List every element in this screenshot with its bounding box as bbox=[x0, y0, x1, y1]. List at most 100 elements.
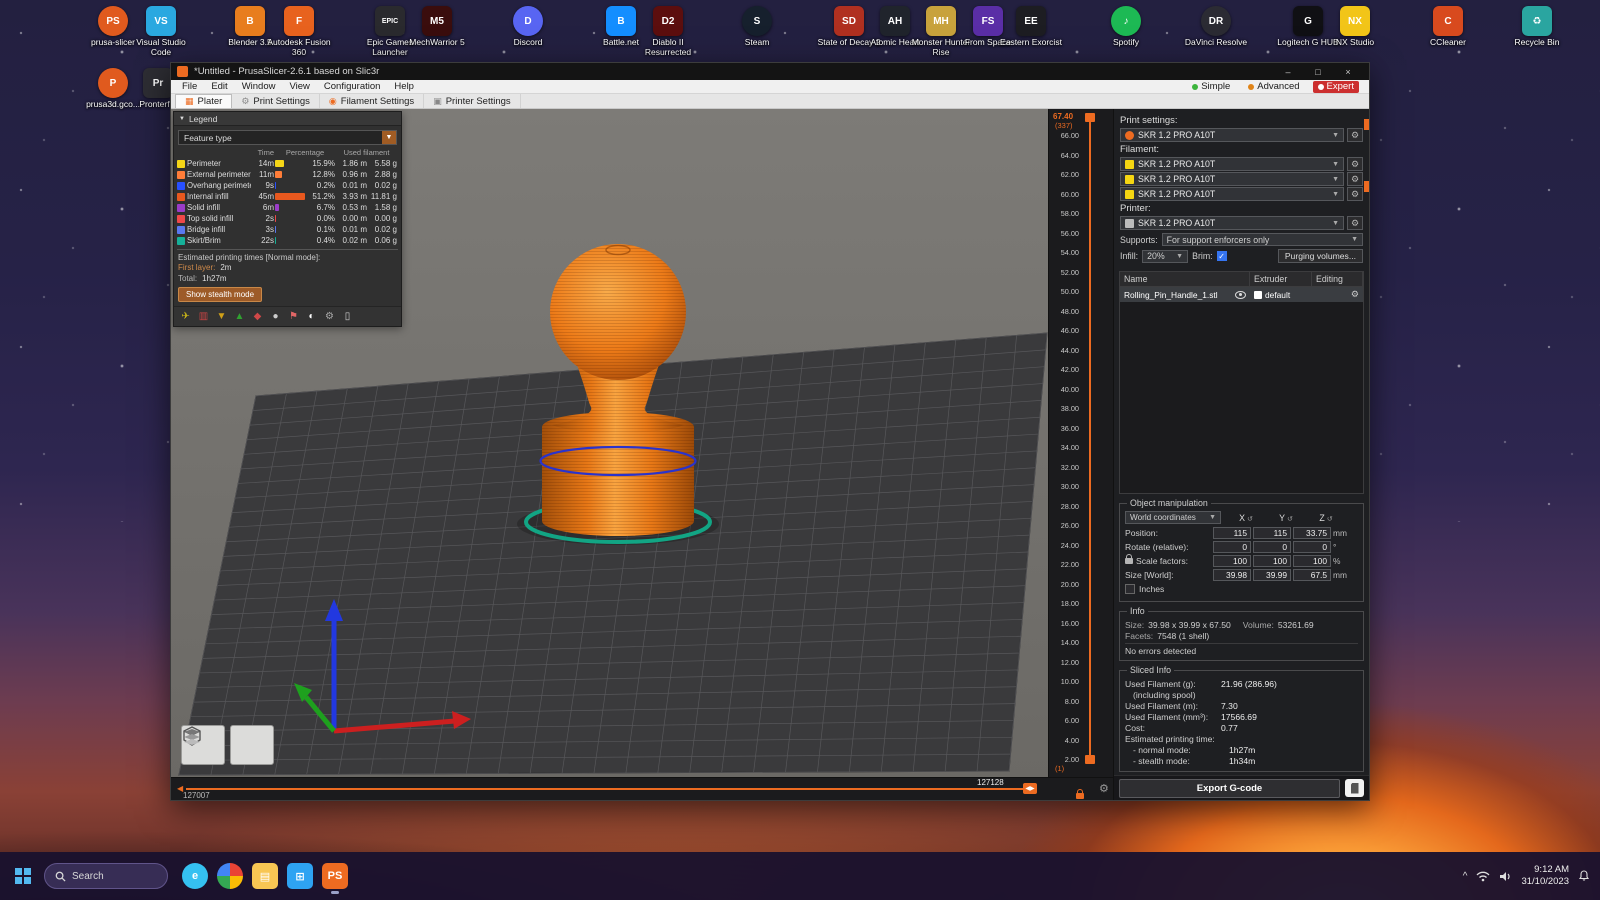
manip-input-y[interactable]: 39.99 bbox=[1253, 569, 1291, 581]
filament-combo-2[interactable]: SKR 1.2 PRO A10T ▼ bbox=[1120, 172, 1344, 186]
menu-file[interactable]: File bbox=[175, 81, 204, 92]
manip-input-y[interactable]: 100 bbox=[1253, 555, 1291, 567]
desktop-icon-spotify[interactable]: ♪ Spotify bbox=[1094, 6, 1158, 48]
editing-icon[interactable]: ⚙ bbox=[1351, 289, 1359, 300]
manip-input-y[interactable]: 115 bbox=[1253, 527, 1291, 539]
viewport-3d[interactable]: ▼ Legend Feature type ▼ Time Percentage … bbox=[171, 109, 1048, 779]
manip-input-x[interactable]: 115 bbox=[1213, 527, 1251, 539]
export-to-sd-button[interactable] bbox=[1345, 779, 1364, 797]
taskbar-clock[interactable]: 9:12 AM 31/10/2023 bbox=[1521, 864, 1569, 888]
taskbar-app-edge[interactable]: e bbox=[182, 863, 208, 889]
manip-input-x[interactable]: 0 bbox=[1213, 541, 1251, 553]
filament-gear-button-3[interactable]: ⚙ bbox=[1347, 187, 1363, 201]
desktop-icon-recycle-bin[interactable]: ♻ Recycle Bin bbox=[1505, 6, 1569, 48]
tab-print-settings[interactable]: ⚙ Print Settings bbox=[232, 94, 320, 108]
desktop-icon-steam[interactable]: S Steam bbox=[725, 6, 789, 48]
shells-icon[interactable]: ▯ bbox=[341, 310, 354, 323]
menu-help[interactable]: Help bbox=[387, 81, 421, 92]
feature-type-dropdown[interactable]: Feature type ▼ bbox=[178, 130, 397, 145]
taskbar-app-prusa-slicer[interactable]: PS bbox=[322, 863, 348, 894]
legend-header[interactable]: ▼ Legend bbox=[174, 112, 401, 126]
taskbar-search[interactable]: Search bbox=[44, 863, 168, 889]
pause-prints-icon[interactable]: ◐ bbox=[305, 310, 318, 323]
brim-checkbox[interactable]: ✓ bbox=[1216, 251, 1227, 261]
show-stealth-mode-button[interactable]: Show stealth mode bbox=[178, 287, 263, 302]
tab-printer-settings[interactable]: ▣ Printer Settings bbox=[424, 94, 521, 108]
desktop-icon-davinci-resolve[interactable]: DR DaVinci Resolve bbox=[1184, 6, 1248, 48]
dropdown-arrow-icon[interactable]: ▼ bbox=[382, 131, 396, 144]
travel-moves-icon[interactable]: ✈ bbox=[179, 310, 192, 323]
printer-combo[interactable]: SKR 1.2 PRO A10T ▼ bbox=[1120, 216, 1344, 230]
manip-input-z[interactable]: 100 bbox=[1293, 555, 1331, 567]
menu-window[interactable]: Window bbox=[235, 81, 283, 92]
start-button[interactable] bbox=[10, 863, 36, 889]
manip-input-z[interactable]: 67.5 bbox=[1293, 569, 1331, 581]
print-settings-gear-button[interactable]: ⚙ bbox=[1347, 128, 1363, 142]
filament-gear-button-1[interactable]: ⚙ bbox=[1347, 157, 1363, 171]
close-button[interactable]: × bbox=[1333, 63, 1363, 80]
manip-input-z[interactable]: 0 bbox=[1293, 541, 1331, 553]
mode-advanced[interactable]: Advanced bbox=[1243, 81, 1304, 93]
manip-input-x[interactable]: 39.98 bbox=[1213, 569, 1251, 581]
purging-volumes-button[interactable]: Purging volumes... bbox=[1277, 249, 1363, 263]
infill-combo[interactable]: 20% ▼ bbox=[1142, 249, 1189, 263]
scale-lock-icon[interactable] bbox=[1125, 554, 1133, 564]
maximize-button[interactable]: □ bbox=[1303, 63, 1333, 80]
filament-combo-3[interactable]: SKR 1.2 PRO A10T ▼ bbox=[1120, 187, 1344, 201]
title-bar[interactable]: *Untitled - PrusaSlicer-2.6.1 based on S… bbox=[171, 63, 1369, 80]
visibility-eye-icon[interactable] bbox=[1235, 290, 1246, 299]
wifi-icon[interactable] bbox=[1476, 871, 1490, 882]
retractions-icon[interactable]: ▼ bbox=[215, 310, 228, 323]
menu-configuration[interactable]: Configuration bbox=[317, 81, 388, 92]
notifications-bell-icon[interactable] bbox=[1578, 870, 1590, 882]
sidebar-collapse-marker-2[interactable] bbox=[1364, 181, 1369, 192]
filament-combo-1[interactable]: SKR 1.2 PRO A10T ▼ bbox=[1120, 157, 1344, 171]
axis-reset-icon[interactable]: ↺ bbox=[1325, 516, 1333, 523]
moves-slider-track[interactable] bbox=[186, 788, 1031, 790]
tab-filament-settings[interactable]: ◉ Filament Settings bbox=[320, 94, 425, 108]
mode-simple[interactable]: Simple bbox=[1187, 81, 1235, 93]
tab-plater[interactable]: ▦ Plater bbox=[175, 94, 233, 108]
wipe-moves-icon[interactable]: ▥ bbox=[197, 310, 210, 323]
desktop-icon-nx-studio[interactable]: NX NX Studio bbox=[1323, 6, 1387, 48]
moves-slider-handle[interactable]: ◀▶ bbox=[1023, 783, 1037, 794]
supports-combo[interactable]: For support enforcers only ▼ bbox=[1161, 233, 1363, 246]
manip-input-y[interactable]: 0 bbox=[1253, 541, 1291, 553]
layers-view-button[interactable] bbox=[184, 725, 274, 765]
tray-expand-icon[interactable]: ^ bbox=[1463, 871, 1468, 882]
object-row-rolling-pin-handle[interactable]: Rolling_Pin_Handle_1.stl default ⚙ bbox=[1120, 287, 1363, 302]
desktop-icon-autodesk-fusion-360[interactable]: F Autodesk Fusion 360 bbox=[267, 6, 331, 57]
desktop-icon-mechwarrior-5[interactable]: M5 MechWarrior 5 bbox=[405, 6, 469, 48]
filament-gear-button-2[interactable]: ⚙ bbox=[1347, 172, 1363, 186]
taskbar-app-file-explorer[interactable]: ▤ bbox=[252, 863, 278, 889]
deretractions-icon[interactable]: ▲ bbox=[233, 310, 246, 323]
menu-view[interactable]: View bbox=[282, 81, 316, 92]
desktop-icon-visual-studio-code[interactable]: VS Visual Studio Code bbox=[129, 6, 193, 57]
inches-checkbox[interactable] bbox=[1125, 584, 1135, 594]
axis-reset-icon[interactable]: ↺ bbox=[1245, 516, 1253, 523]
printer-gear-button[interactable]: ⚙ bbox=[1347, 216, 1363, 230]
sidebar-collapse-marker[interactable] bbox=[1364, 119, 1369, 130]
slider-lock-icon[interactable] bbox=[1076, 786, 1084, 804]
color-changes-icon[interactable]: ⚑ bbox=[287, 310, 300, 323]
layer-slider-lower-handle[interactable] bbox=[1085, 755, 1095, 764]
manip-input-x[interactable]: 100 bbox=[1213, 555, 1251, 567]
volume-icon[interactable] bbox=[1499, 871, 1512, 882]
taskbar-app-chrome[interactable] bbox=[217, 863, 243, 889]
taskbar-app-microsoft-store[interactable]: ⊞ bbox=[287, 863, 313, 889]
manip-input-z[interactable]: 33.75 bbox=[1293, 527, 1331, 539]
desktop-icon-diablo-ii-resurrected[interactable]: D2 Diablo II Resurrected bbox=[636, 6, 700, 57]
desktop-icon-discord[interactable]: D Discord bbox=[496, 6, 560, 48]
axis-reset-icon[interactable]: ↺ bbox=[1285, 516, 1293, 523]
export-gcode-button[interactable]: Export G-code bbox=[1119, 778, 1340, 798]
tool-changes-icon[interactable]: ● bbox=[269, 310, 282, 323]
print-settings-combo[interactable]: SKR 1.2 PRO A10T ▼ bbox=[1120, 128, 1344, 142]
layer-slider-upper-handle[interactable] bbox=[1085, 113, 1095, 122]
desktop-icon-ccleaner[interactable]: C CCleaner bbox=[1416, 6, 1480, 48]
custom-gcode-icon[interactable]: ⚙ bbox=[323, 310, 336, 323]
desktop-icon-eastern-exorcist[interactable]: EE Eastern Exorcist bbox=[999, 6, 1063, 48]
slider-settings-gear-icon[interactable]: ⚙ bbox=[1099, 782, 1109, 795]
minimize-button[interactable]: – bbox=[1273, 63, 1303, 80]
mode-expert[interactable]: Expert bbox=[1312, 80, 1359, 93]
layer-slider-track[interactable] bbox=[1089, 115, 1091, 763]
